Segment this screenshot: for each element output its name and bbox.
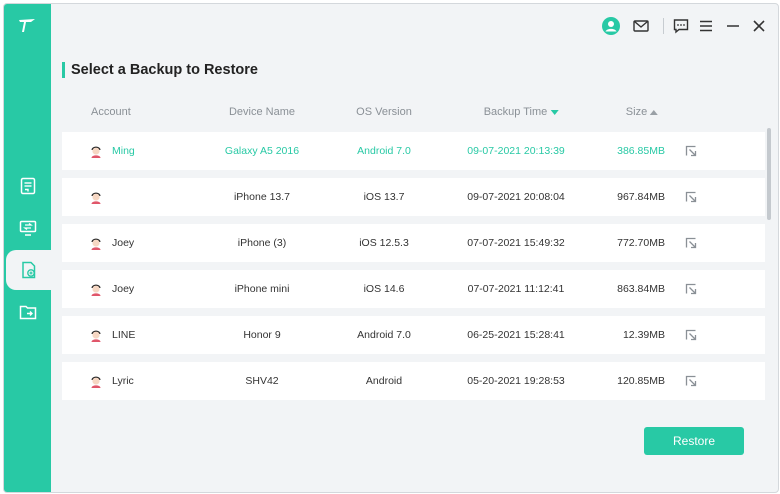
divider <box>663 18 664 34</box>
avatar-icon <box>90 282 102 296</box>
cell-size: 12.39MB <box>622 329 665 341</box>
cell-backup-time: 09-07-2021 20:13:39 <box>467 145 565 157</box>
menu-icon[interactable] <box>696 16 716 36</box>
cell-account: Joey <box>112 283 135 295</box>
title-bar <box>51 4 778 48</box>
main-panel: Select a Backup to Restore Account Devic… <box>51 4 778 492</box>
cell-account: Lyric <box>112 375 134 387</box>
sort-desc-icon <box>550 109 559 115</box>
minimize-icon[interactable] <box>723 16 743 36</box>
page-title: Select a Backup to Restore <box>71 62 258 78</box>
close-icon[interactable] <box>749 16 769 36</box>
column-backup-time[interactable]: Backup Time <box>484 102 559 122</box>
title-accent <box>62 62 65 78</box>
avatar-icon <box>90 374 102 388</box>
nav-export[interactable] <box>4 292 51 332</box>
open-icon[interactable] <box>684 374 698 388</box>
app-window: Select a Backup to Restore Account Devic… <box>3 3 779 493</box>
column-os-version[interactable]: OS Version <box>356 102 412 122</box>
cell-backup-time: 09-07-2021 20:08:04 <box>467 191 565 203</box>
cell-account: Joey <box>112 237 135 249</box>
cell-size: 967.84MB <box>617 191 665 203</box>
cell-os-version: Android <box>365 375 403 387</box>
export-icon <box>19 305 36 320</box>
sidebar <box>4 4 51 492</box>
cell-backup-time: 07-07-2021 15:49:32 <box>467 237 565 249</box>
table-row[interactable]: iPhone 13.7 iOS 13.7 09-07-2021 20:08:04 96… <box>62 178 765 216</box>
avatar-icon <box>90 328 102 342</box>
avatar-icon <box>90 144 102 158</box>
cell-account: LINE <box>112 329 136 341</box>
open-icon[interactable] <box>684 282 698 296</box>
cell-os-version: Android 7.0 <box>357 145 411 157</box>
table-header: Account Device Name OS Version Backup Ti… <box>62 102 765 122</box>
user-icon[interactable] <box>601 16 621 36</box>
cell-os-version: iOS 12.5.3 <box>359 237 409 249</box>
cell-device-name: Honor 9 <box>243 329 281 341</box>
feedback-icon[interactable] <box>671 16 691 36</box>
cell-device-name: iPhone 13.7 <box>233 191 291 203</box>
column-size[interactable]: Size <box>625 102 659 122</box>
cell-os-version: iOS 13.7 <box>363 191 405 203</box>
open-icon[interactable] <box>684 190 698 204</box>
restore-icon <box>21 261 35 279</box>
table-row[interactable]: Joey iPhone mini iOS 14.6 07-07-2021 11:12:… <box>62 270 765 308</box>
transfer-icon <box>19 220 36 236</box>
cell-size: 863.84MB <box>617 283 665 295</box>
table-row[interactable]: Ming Galaxy A5 2016 Android 7.0 09-07-2021 … <box>62 132 765 170</box>
nav-transfer[interactable] <box>4 208 51 248</box>
column-account[interactable]: Account <box>91 102 131 122</box>
cell-device-name: SHV42 <box>245 375 279 387</box>
backup-list: Ming Galaxy A5 2016 Android 7.0 09-07-2021 … <box>62 128 765 400</box>
scrollbar[interactable] <box>767 128 771 220</box>
cell-device-name: Galaxy A5 2016 <box>224 145 300 157</box>
restore-button[interactable]: Restore <box>644 427 744 455</box>
cell-size: 386.85MB <box>617 145 665 157</box>
cell-os-version: iOS 14.6 <box>363 283 405 295</box>
table-row[interactable]: LINE Honor 9 Android 7.0 06-25-2021 15:28:4… <box>62 316 765 354</box>
size-label: Size <box>625 106 648 118</box>
avatar-icon <box>90 190 102 204</box>
cell-size: 772.70MB <box>617 237 665 249</box>
backup-icon <box>20 177 35 195</box>
cell-size: 120.85MB <box>617 375 665 387</box>
mail-icon[interactable] <box>631 16 651 36</box>
column-device-name[interactable]: Device Name <box>229 102 295 122</box>
app-logo-icon <box>19 19 35 32</box>
cell-backup-time: 07-07-2021 11:12:41 <box>467 283 565 295</box>
avatar-icon <box>90 236 102 250</box>
cell-backup-time: 05-20-2021 19:28:53 <box>467 375 565 387</box>
table-row[interactable]: Lyric SHV42 Android 05-20-2021 19:28:53 120.… <box>62 362 765 400</box>
table-row[interactable]: Joey iPhone (3) iOS 12.5.3 07-07-2021 15:49… <box>62 224 765 262</box>
nav-backup[interactable] <box>4 166 51 206</box>
open-icon[interactable] <box>684 236 698 250</box>
cell-device-name: iPhone mini <box>234 283 290 295</box>
cell-account: Ming <box>112 145 135 157</box>
open-icon[interactable] <box>684 328 698 342</box>
cell-os-version: Android 7.0 <box>357 329 411 341</box>
open-icon[interactable] <box>684 144 698 158</box>
backup-time-label: Backup Time <box>483 106 548 118</box>
cell-device-name: iPhone (3) <box>237 237 287 249</box>
sort-asc-icon <box>650 109 659 115</box>
nav-restore[interactable] <box>6 250 51 290</box>
cell-backup-time: 06-25-2021 15:28:41 <box>467 329 565 341</box>
